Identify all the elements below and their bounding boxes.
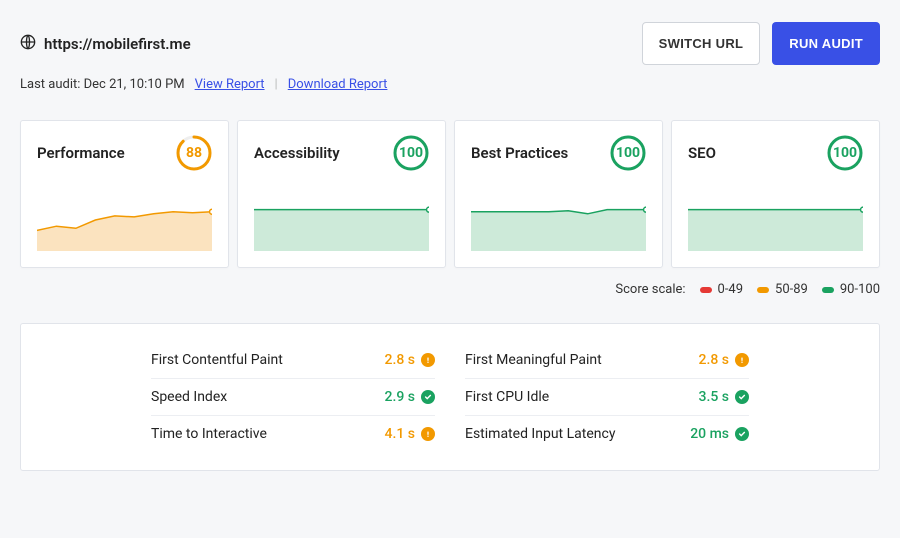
metric-name: First Meaningful Paint: [465, 352, 602, 368]
score-ring: 100: [610, 135, 646, 171]
metric-name: First Contentful Paint: [151, 352, 283, 368]
card-title: SEO: [688, 144, 716, 162]
metric-name: Estimated Input Latency: [465, 426, 615, 442]
audit-url: https://mobilefirst.me: [44, 35, 191, 53]
check-icon: [735, 426, 749, 442]
metrics-panel: First Contentful Paint 2.8 s First Meani…: [20, 323, 880, 471]
metric-row: First CPU Idle 3.5 s: [465, 379, 749, 416]
metric-row: Estimated Input Latency 20 ms: [465, 416, 749, 452]
sparkline: [37, 189, 212, 255]
metric-value: 2.8 s: [699, 352, 730, 368]
metric-value: 20 ms: [690, 426, 729, 442]
switch-url-button[interactable]: SWITCH URL: [642, 22, 761, 65]
score-ring: 100: [827, 135, 863, 171]
card-title: Best Practices: [471, 144, 568, 162]
card-title: Performance: [37, 144, 125, 162]
sparkline: [254, 189, 429, 255]
score-card-performance[interactable]: Performance 88: [20, 120, 229, 268]
metric-row: Speed Index 2.9 s: [151, 379, 435, 416]
sparkline: [471, 189, 646, 255]
scale-item-0-49: 0-49: [700, 282, 744, 297]
download-report-link[interactable]: Download Report: [288, 77, 388, 92]
metric-value: 3.5 s: [699, 389, 730, 405]
score-scale-label: Score scale:: [615, 282, 685, 297]
metric-value: 2.8 s: [385, 352, 416, 368]
metric-value: 4.1 s: [385, 426, 416, 442]
metric-row: Time to Interactive 4.1 s: [151, 416, 435, 452]
last-audit-label: Last audit: Dec 21, 10:10 PM: [20, 77, 185, 92]
metric-name: Time to Interactive: [151, 426, 267, 442]
metric-name: Speed Index: [151, 389, 227, 405]
check-icon: [735, 389, 749, 405]
pill-icon: [700, 287, 712, 293]
pill-icon: [822, 287, 834, 293]
metric-name: First CPU Idle: [465, 389, 549, 405]
separator: |: [275, 77, 278, 92]
check-icon: [421, 389, 435, 405]
metric-value: 2.9 s: [385, 389, 416, 405]
view-report-link[interactable]: View Report: [195, 77, 265, 92]
globe-icon: [20, 34, 36, 54]
metric-row: First Meaningful Paint 2.8 s: [465, 342, 749, 379]
info-icon: [735, 352, 749, 368]
scale-item-50-89: 50-89: [757, 282, 808, 297]
info-icon: [421, 426, 435, 442]
score-card-accessibility[interactable]: Accessibility 100: [237, 120, 446, 268]
info-icon: [421, 352, 435, 368]
metric-row: First Contentful Paint 2.8 s: [151, 342, 435, 379]
score-ring: 88: [176, 135, 212, 171]
score-card-seo[interactable]: SEO 100: [671, 120, 880, 268]
sparkline: [688, 189, 863, 255]
pill-icon: [757, 287, 769, 293]
score-ring: 100: [393, 135, 429, 171]
run-audit-button[interactable]: RUN AUDIT: [772, 22, 880, 65]
scale-item-90-100: 90-100: [822, 282, 880, 297]
card-title: Accessibility: [254, 144, 340, 162]
score-card-best-practices[interactable]: Best Practices 100: [454, 120, 663, 268]
